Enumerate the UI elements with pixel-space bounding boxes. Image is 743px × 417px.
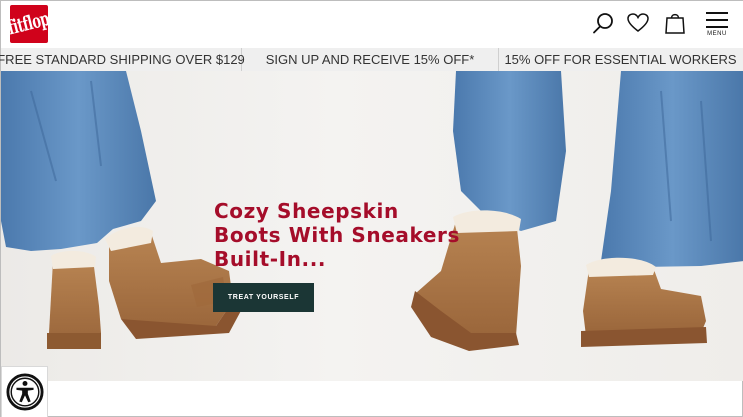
promo-free-shipping[interactable]: FREE STANDARD SHIPPING OVER $129 [0,48,245,71]
accessibility-button[interactable] [1,366,48,417]
hamburger-menu-icon [706,19,728,21]
logo-text: fitflop [10,8,48,40]
hamburger-menu-icon [706,26,728,28]
hero-headline-line-3: Built-In... [214,247,327,271]
treat-yourself-button[interactable]: TREAT YOURSELF [213,283,314,312]
site-header: fitflop MENU [1,1,743,48]
heart-icon[interactable] [626,11,650,35]
hero-headline: Cozy Sheepskin Boots With Sneakers Built… [214,199,514,271]
hero-headline-line-2: Boots With Sneakers [214,223,461,247]
promo-essential-workers[interactable]: 15% OFF FOR ESSENTIAL WORKERS [499,48,742,71]
promo-bar: FREE STANDARD SHIPPING OVER $129 SIGN UP… [0,48,743,71]
hamburger-menu-button[interactable]: MENU [704,10,730,40]
promo-signup-offer[interactable]: SIGN UP AND RECEIVE 15% OFF* [242,48,499,71]
bag-icon[interactable] [663,11,687,35]
fitflop-logo[interactable]: fitflop [10,5,48,43]
hero-headline-line-1: Cozy Sheepskin [214,199,399,223]
hamburger-menu-icon [706,12,728,14]
menu-label: MENU [707,31,727,37]
search-icon[interactable] [591,11,615,35]
hero-banner[interactable]: Cozy Sheepskin Boots With Sneakers Built… [1,71,743,381]
accessibility-icon [5,373,44,411]
